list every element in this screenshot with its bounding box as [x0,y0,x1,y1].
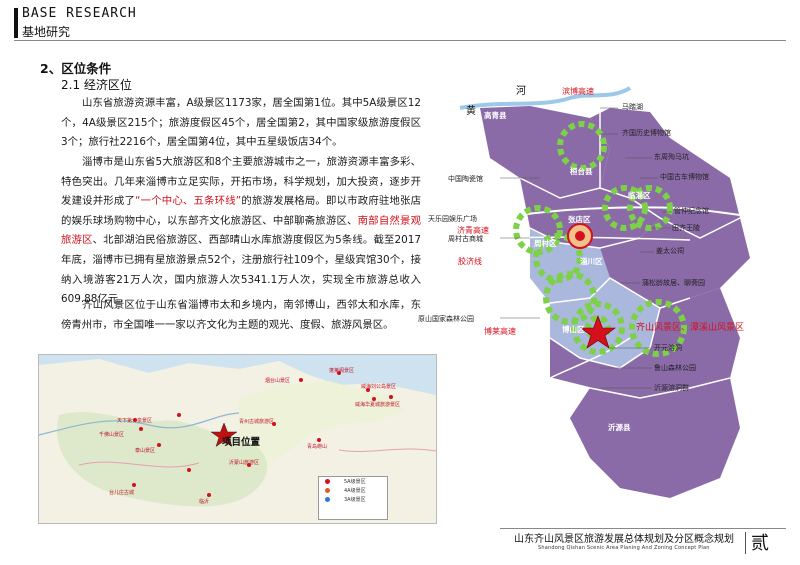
paragraph-text: 山东省旅游资源丰富，A级景区1173家，居全国第1位。其中5A级景区12个，4A… [61,97,421,149]
county-label: 沂源县 [608,423,631,432]
county-label: 桓台县 [570,167,593,176]
inset-legend: 5A级景区 4A级景区 3A级景区 [318,476,388,520]
inset-place-label: 蓬莱阁景区 [329,368,355,374]
inset-place-label: 青州古城旅游区 [239,419,275,425]
inset-place-label: 沂蒙山旅游区 [229,460,260,466]
page: BASE RESEARCH 基地研究 2、区位条件 2.1 经济区位 山东省旅游… [0,0,800,565]
road-label: 博莱高速 [484,327,516,336]
county-label: 临淄区 [628,191,651,200]
county-label: 高青县 [484,111,507,120]
orange-dot-icon [325,488,330,493]
paragraph-qishan: 齐山风景区位于山东省淄博市太和乡境内，南邻博山，西邻太和水库，东傍青州市，市全国… [61,296,421,335]
map-place-label: 中国陶瓷馆 [448,175,483,183]
inset-place-label: 烟台山景区 [265,378,291,384]
map-place-label: 姜太公祠 [656,247,684,255]
paragraph-text: 、北部湖泊民俗旅游区、西部晴山水库旅游度假区为5条线。截至2017年底，淄博市已… [61,234,421,306]
map-place-label: 鲁山森林公园 [654,364,696,372]
county-label: 周村区 [534,239,557,248]
red-dot-icon [325,479,330,484]
county-label: 博山区 [562,325,585,334]
map-place-label: 开元溶洞 [654,344,682,352]
road-label: 滨博高速 [562,87,594,96]
header-accent-bar [14,8,18,38]
paragraph-zibo: 淄博市是山东省5大旅游区和8个主要旅游城市之一，旅游资源丰富多彩、特色突出。几年… [61,153,421,310]
header-subtitle: 基地研究 [22,25,71,39]
map-place-label: 天乐园娱乐广场 [428,215,477,223]
inset-place-label: 威海刘公岛景区 [361,384,397,390]
zibo-map-graphic [459,86,771,498]
footer-divider [500,528,786,529]
county-label: 淄川区 [580,257,603,266]
header-title: BASE RESEARCH [22,6,137,21]
inset-place-label: 泰山景区 [135,448,156,454]
map-place-label: 周村古商城 [448,235,483,243]
inset-place-label: 临沂 [199,499,210,505]
map-place-label: 沂源溶洞群 [654,384,689,392]
legend-row: 5A级景区 [319,477,387,486]
project-location-label: 项目位置 [222,437,261,448]
subsection-title: 2.1 经济区位 [61,78,132,92]
paragraph-text: 齐山风景区位于山东省淄博市太和乡境内，南邻博山，西邻太和水库，东傍青州市，市全国… [61,299,421,331]
legend-label: 5A级景区 [344,479,366,485]
qishan-scenic-label: 齐山风景区、潭溪山风景区 [636,323,745,333]
inset-place-label: 千佛山景区 [99,432,125,438]
zibo-tourism-map: 黄 河 滨博高速 济青高速 胶济线 博莱高速 高青县 桓台县 临淄区 张店区 周… [418,78,780,518]
footer-title: 山东齐山风景区旅游发展总体规划及分区概念规划 [514,534,734,545]
river-label: 河 [516,86,526,97]
map-place-label: 原山国家森林公园 [418,315,474,323]
legend-label: 3A级景区 [344,497,366,503]
map-place-label: 齐国历史博物馆 [622,129,671,137]
road-label: 胶济线 [458,257,482,266]
river-label: 黄 [466,106,476,117]
section-title: 2、区位条件 [40,61,112,76]
highlight-one-center-five-lines: “一个中心、五条环线” [135,195,242,208]
county-label: 张店区 [568,215,591,224]
blue-dot-icon [325,497,330,502]
map-place-label: 田齐王陵 [672,224,700,232]
footer-subtitle: Shandong Qishan Scenic Area Planing And … [538,545,710,551]
legend-row: 3A级景区 [319,495,387,504]
map-place-label: 蒲松龄故居、聊斋园 [642,279,705,287]
legend-row: 4A级景区 [319,486,387,495]
map-place-label: 马踏湖 [622,103,643,111]
map-place-label: 东周殉马坑 [654,153,689,161]
page-number: 贰 [751,533,769,554]
inset-place-label: 威海华夏城旅游景区 [355,402,401,408]
inset-map: 烟台山景区 蓬莱阁景区 威海刘公岛景区 威海华夏城旅游景区 天下第一泉景区 千佛… [38,354,437,524]
map-place-label: 中国古车博物馆 [660,173,709,181]
map-place-label: 管仲纪念馆 [674,207,709,215]
inset-place-label: 天下第一泉景区 [117,418,153,424]
header-divider [14,40,786,41]
legend-label: 4A级景区 [344,488,366,494]
inset-place-label: 台儿庄古城 [109,490,135,496]
paragraph-tourism-resources: 山东省旅游资源丰富，A级景区1173家，居全国第1位。其中5A级景区12个，4A… [61,94,421,153]
footer-separator [745,532,746,554]
inset-place-label: 青岛崂山 [307,444,328,450]
